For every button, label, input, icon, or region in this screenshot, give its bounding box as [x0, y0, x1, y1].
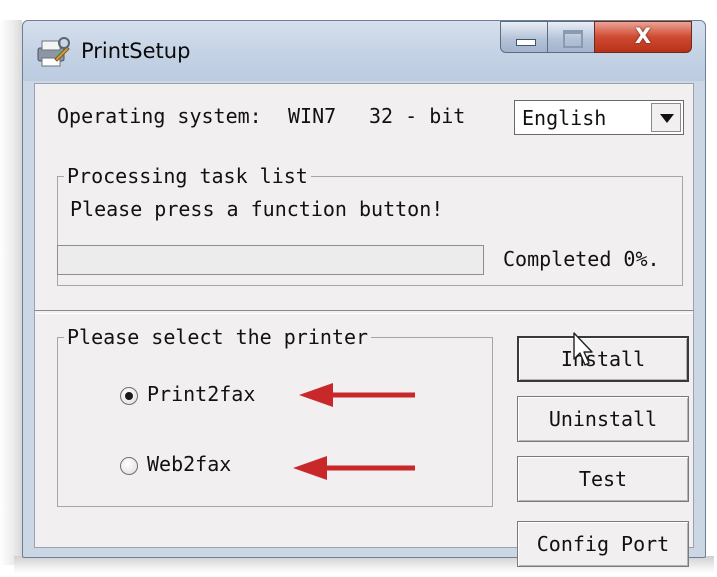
annotation-arrow-left — [299, 383, 415, 407]
progress-bar — [57, 245, 484, 275]
os-bits: 32 - bit — [369, 104, 466, 128]
uninstall-button[interactable]: Uninstall — [517, 396, 689, 442]
language-select-value: English — [522, 106, 607, 130]
processing-task-legend: Processing task list — [64, 164, 311, 188]
test-button[interactable]: Test — [517, 456, 689, 502]
radio-selected-dot — [125, 392, 133, 400]
language-select[interactable]: English — [514, 100, 684, 135]
maximize-icon — [563, 30, 583, 48]
install-button[interactable]: Install — [517, 336, 689, 382]
os-label: Operating system: — [57, 104, 262, 128]
radio-web2fax-circle[interactable] — [120, 457, 138, 475]
printer-select-legend: Please select the printer — [64, 325, 372, 349]
mouse-pointer-icon — [573, 332, 593, 366]
minimize-icon — [516, 39, 536, 46]
printer-setup-icon — [37, 37, 70, 67]
radio-print2fax-label[interactable]: Print2fax — [147, 382, 255, 406]
os-value: WIN7 — [288, 104, 337, 128]
progress-text: Completed 0%. — [503, 247, 660, 271]
client-area: Operating system: WIN7 32 - bit English … — [34, 83, 694, 567]
config-port-button[interactable]: Config Port — [517, 521, 689, 567]
maximize-button[interactable] — [547, 21, 595, 53]
close-button[interactable]: X — [594, 21, 692, 53]
radio-web2fax-label[interactable]: Web2fax — [147, 452, 231, 476]
window-title: PrintSetup — [81, 39, 191, 63]
page-shadow-left — [0, 20, 22, 565]
radio-print2fax-circle[interactable] — [120, 387, 138, 405]
title-bar[interactable]: PrintSetup X — [23, 21, 705, 81]
section-divider — [35, 310, 693, 314]
chevron-down-icon[interactable] — [651, 103, 681, 132]
close-icon: X — [634, 24, 652, 48]
printer-select-group: Please select the printer — [57, 325, 493, 507]
minimize-button[interactable] — [500, 21, 548, 53]
printsetup-window: PrintSetup X Operating system: WIN7 32 -… — [22, 20, 706, 567]
annotation-arrow-left — [293, 456, 415, 480]
status-message: Please press a function button! — [70, 197, 444, 221]
